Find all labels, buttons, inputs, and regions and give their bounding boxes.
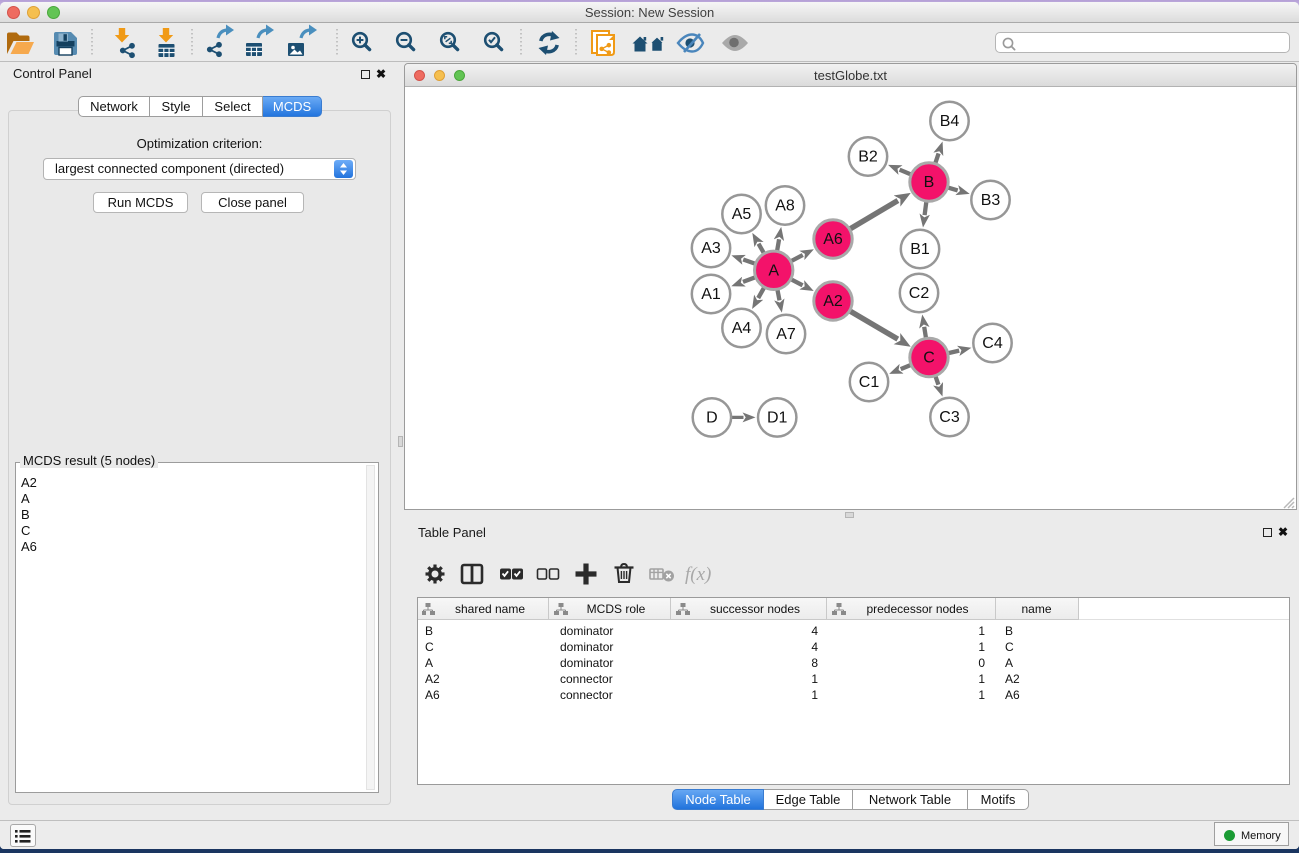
svg-text:B2: B2: [858, 149, 878, 166]
svg-text:A4: A4: [732, 320, 752, 337]
svg-text:D: D: [706, 409, 718, 426]
svg-text:A2: A2: [823, 293, 843, 310]
svg-text:f(x): f(x): [685, 564, 711, 585]
svg-text:A6: A6: [823, 231, 843, 248]
svg-text:A: A: [768, 262, 779, 279]
svg-text:C3: C3: [939, 409, 960, 426]
svg-text:C: C: [923, 350, 935, 367]
svg-text:C1: C1: [859, 374, 880, 391]
svg-text:B3: B3: [981, 192, 1001, 209]
svg-text:C4: C4: [982, 335, 1003, 352]
svg-text:A3: A3: [701, 240, 721, 257]
svg-text:D1: D1: [767, 409, 788, 426]
svg-text:A5: A5: [732, 206, 752, 223]
svg-text:C2: C2: [909, 285, 930, 302]
svg-text:B4: B4: [940, 113, 960, 130]
svg-text:A7: A7: [776, 326, 796, 343]
svg-text:A8: A8: [775, 198, 795, 215]
svg-text:B1: B1: [910, 241, 930, 258]
svg-text:B: B: [924, 174, 935, 191]
svg-text:A1: A1: [701, 286, 721, 303]
